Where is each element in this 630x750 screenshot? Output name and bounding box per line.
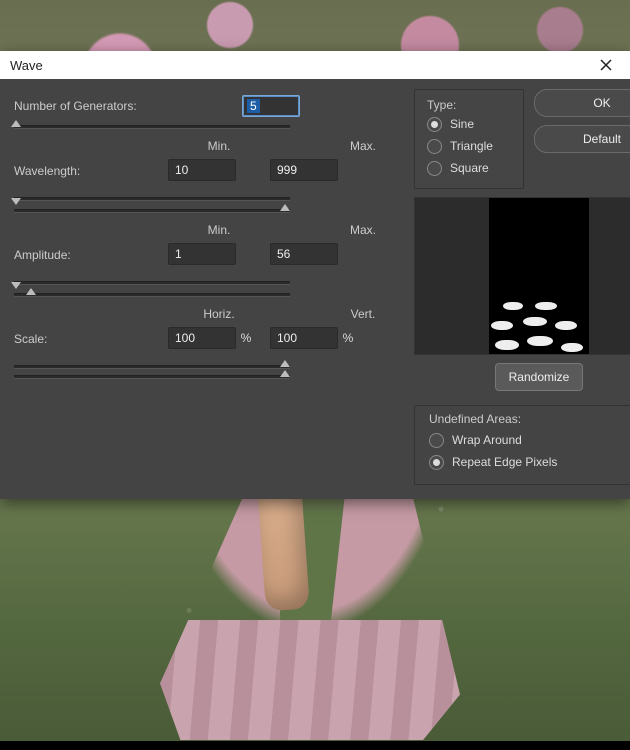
- type-option-sine: Sine: [450, 117, 474, 131]
- radio-dot-icon: [429, 455, 444, 470]
- randomize-button[interactable]: Randomize: [495, 363, 583, 391]
- type-radio-triangle[interactable]: Triangle: [427, 136, 513, 156]
- wave-dialog: Wave Number of Generators: 5 Min. Max.: [0, 51, 630, 499]
- scale-label: Scale:: [14, 330, 168, 346]
- radio-dot-icon: [429, 433, 444, 448]
- scale-vert-input[interactable]: [270, 327, 338, 349]
- scale-vert-label: Vert.: [318, 307, 408, 321]
- generators-label: Number of Generators:: [14, 99, 164, 113]
- undefined-areas-label: Undefined Areas:: [429, 412, 630, 426]
- dialog-titlebar[interactable]: Wave: [0, 51, 630, 79]
- scale-horiz-pct: %: [236, 331, 256, 345]
- generators-slider[interactable]: [14, 123, 290, 129]
- wavelength-max-input[interactable]: [270, 159, 338, 181]
- ok-button[interactable]: OK: [534, 89, 630, 117]
- wavelength-max-label: Max.: [318, 139, 408, 153]
- dialog-title: Wave: [10, 58, 43, 73]
- amplitude-min-input[interactable]: [168, 243, 236, 265]
- radio-dot-icon: [427, 161, 442, 176]
- scale-horiz-slider[interactable]: [14, 363, 290, 369]
- scale-horiz-input[interactable]: [168, 327, 236, 349]
- amplitude-min-slider[interactable]: [14, 279, 290, 285]
- effect-preview: [414, 197, 630, 355]
- type-group: Type: Sine Triangle Square: [414, 89, 524, 189]
- scale-vert-slider[interactable]: [14, 373, 290, 379]
- close-icon[interactable]: [590, 51, 622, 79]
- radio-dot-icon: [427, 117, 442, 132]
- wavelength-max-slider[interactable]: [14, 207, 290, 213]
- amplitude-max-slider[interactable]: [14, 291, 290, 297]
- type-option-triangle: Triangle: [450, 139, 493, 153]
- wavelength-min-slider[interactable]: [14, 195, 290, 201]
- undef-option-wrap: Wrap Around: [452, 433, 522, 447]
- undef-radio-wrap[interactable]: Wrap Around: [429, 430, 630, 450]
- wavelength-min-input[interactable]: [168, 159, 236, 181]
- wavelength-min-label: Min.: [174, 139, 264, 153]
- type-option-square: Square: [450, 161, 489, 175]
- type-label: Type:: [427, 98, 513, 112]
- amplitude-label: Amplitude:: [14, 246, 168, 262]
- amplitude-max-input[interactable]: [270, 243, 338, 265]
- type-radio-square[interactable]: Square: [427, 158, 513, 178]
- amplitude-max-label: Max.: [318, 223, 408, 237]
- undefined-areas-group: Undefined Areas: Wrap Around Repeat Edge…: [414, 405, 630, 485]
- default-button[interactable]: Default: [534, 125, 630, 153]
- amplitude-min-label: Min.: [174, 223, 264, 237]
- undef-option-repeat: Repeat Edge Pixels: [452, 455, 557, 469]
- radio-dot-icon: [427, 139, 442, 154]
- type-radio-sine[interactable]: Sine: [427, 114, 513, 134]
- scale-horiz-label: Horiz.: [174, 307, 264, 321]
- generators-value: 5: [247, 99, 260, 113]
- scale-vert-pct: %: [338, 331, 358, 345]
- wavelength-label: Wavelength:: [14, 162, 168, 178]
- generators-input[interactable]: 5: [242, 95, 300, 117]
- undef-radio-repeat[interactable]: Repeat Edge Pixels: [429, 452, 630, 472]
